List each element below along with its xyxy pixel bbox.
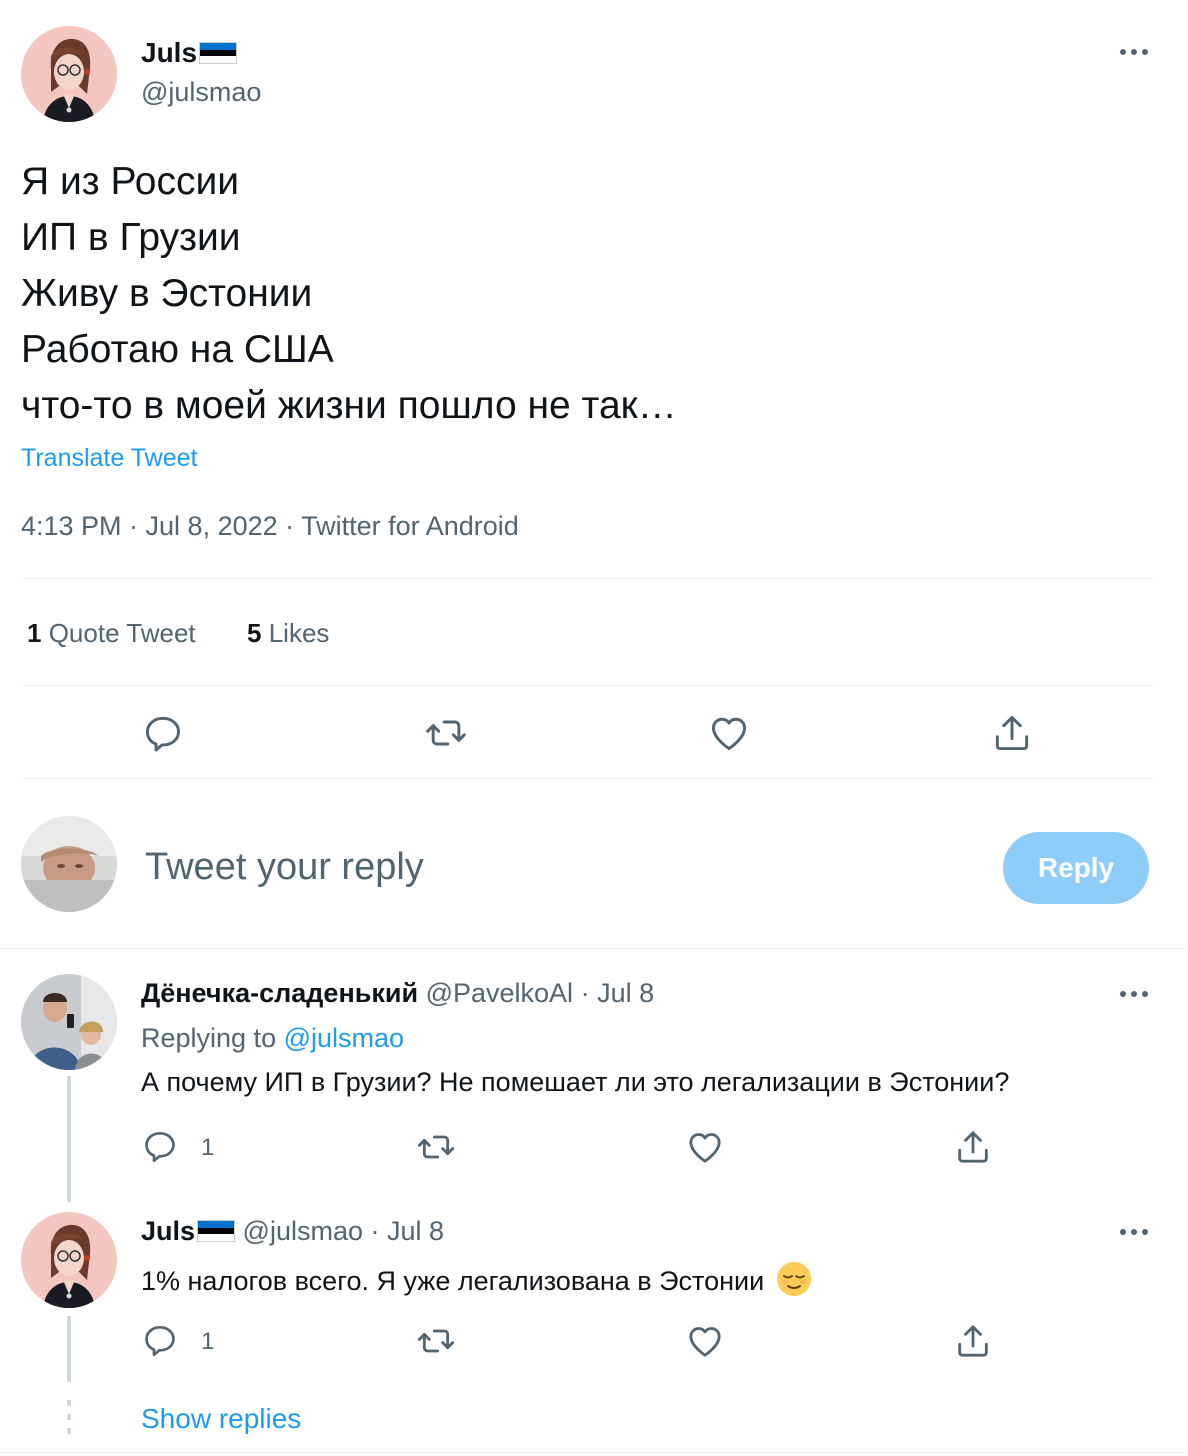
retweet-icon[interactable] (416, 1127, 456, 1167)
reply-count: 1 (201, 1134, 215, 1161)
share-icon[interactable] (953, 1127, 993, 1167)
tweet-meta[interactable]: 4:13 PM · Jul 8, 2022 · Twitter for Andr… (21, 511, 519, 542)
thread-connector (67, 1076, 71, 1202)
estonia-flag-icon (199, 42, 238, 64)
replying-to: Replying to @julsmao (141, 1023, 404, 1054)
divider (0, 948, 1188, 949)
reply-icon[interactable] (141, 1127, 179, 1165)
like-icon[interactable] (685, 1127, 725, 1167)
tweet-line: ИП в Грузии (21, 216, 241, 259)
tweet-text: Я из России ИП в Грузии Живу в Эстонии Р… (21, 154, 677, 434)
separator: · (370, 1216, 380, 1246)
like-icon[interactable] (707, 711, 751, 755)
translate-tweet-link[interactable]: Translate Tweet (21, 444, 197, 473)
likes-count: 5 (247, 618, 262, 648)
divider (21, 685, 1153, 686)
more-options-icon[interactable] (1116, 1220, 1152, 1244)
retweet-icon[interactable] (424, 711, 468, 755)
like-icon[interactable] (685, 1321, 725, 1361)
quote-count: 1 (27, 618, 42, 648)
divider (21, 778, 1153, 779)
reply-icon[interactable] (141, 1321, 179, 1359)
show-replies-link[interactable]: Show replies (141, 1403, 301, 1435)
separator: · (580, 978, 590, 1008)
quote-label: Quote Tweet (48, 618, 196, 648)
reply-author-avatar[interactable] (21, 974, 117, 1070)
thread-connector (67, 1316, 71, 1382)
reply-author-avatar[interactable] (21, 1212, 117, 1308)
likes-label: Likes (268, 618, 330, 648)
replying-to-handle[interactable]: @julsmao (284, 1023, 404, 1053)
author-avatar[interactable] (21, 26, 117, 122)
reply-author-handle[interactable]: @julsmao (243, 1216, 363, 1246)
share-icon[interactable] (990, 711, 1034, 755)
tweet-line: Живу в Эстонии (21, 272, 313, 315)
relieved-face-emoji-icon (776, 1261, 812, 1297)
retweet-icon[interactable] (416, 1321, 456, 1361)
replying-to-label: Replying to (141, 1023, 277, 1053)
reply-date[interactable]: Jul 8 (387, 1216, 444, 1246)
reply-count: 1 (201, 1328, 215, 1355)
author-name[interactable]: Juls (141, 37, 197, 68)
reply-text: А почему ИП в Грузии? Не помешает ли это… (141, 1067, 1010, 1097)
reply-author-name[interactable]: Juls (141, 1216, 195, 1246)
reply-date[interactable]: Jul 8 (597, 978, 654, 1008)
reply-button[interactable]: Reply (1003, 832, 1149, 904)
more-options-icon[interactable] (1116, 40, 1152, 64)
more-options-icon[interactable] (1116, 982, 1152, 1006)
reply-button-label: Reply (1037, 852, 1115, 883)
reply-author-handle[interactable]: @PavelkoAl (426, 978, 573, 1008)
tweet-line: что-то в моей жизни пошло не так… (21, 384, 677, 427)
quote-tweets-stat[interactable]: 1 Quote Tweet (27, 618, 196, 649)
reply-icon[interactable] (141, 711, 185, 755)
reply-text: 1% налогов всего. Я уже легализована в Э… (141, 1266, 765, 1296)
likes-stat[interactable]: 5 Likes (247, 618, 329, 649)
reply-input[interactable]: Tweet your reply (145, 846, 424, 889)
reply-text-row: 1% налогов всего. Я уже легализована в Э… (141, 1261, 812, 1297)
reply-header: Juls @julsmao · Jul 8 (141, 1216, 444, 1247)
share-icon[interactable] (953, 1321, 993, 1361)
tweet-line: Работаю на США (21, 328, 334, 371)
divider (21, 578, 1153, 579)
current-user-avatar[interactable] (21, 816, 117, 912)
estonia-flag-icon (197, 1220, 236, 1242)
divider (0, 1452, 1188, 1453)
thread-dots (67, 1400, 71, 1436)
tweet-line: Я из России (21, 160, 240, 203)
reply-author-name[interactable]: Дёнечка-сладенький (141, 978, 418, 1008)
reply-header: Дёнечка-сладенький @PavelkoAl · Jul 8 (141, 978, 654, 1009)
author-handle[interactable]: @julsmao (141, 77, 261, 108)
